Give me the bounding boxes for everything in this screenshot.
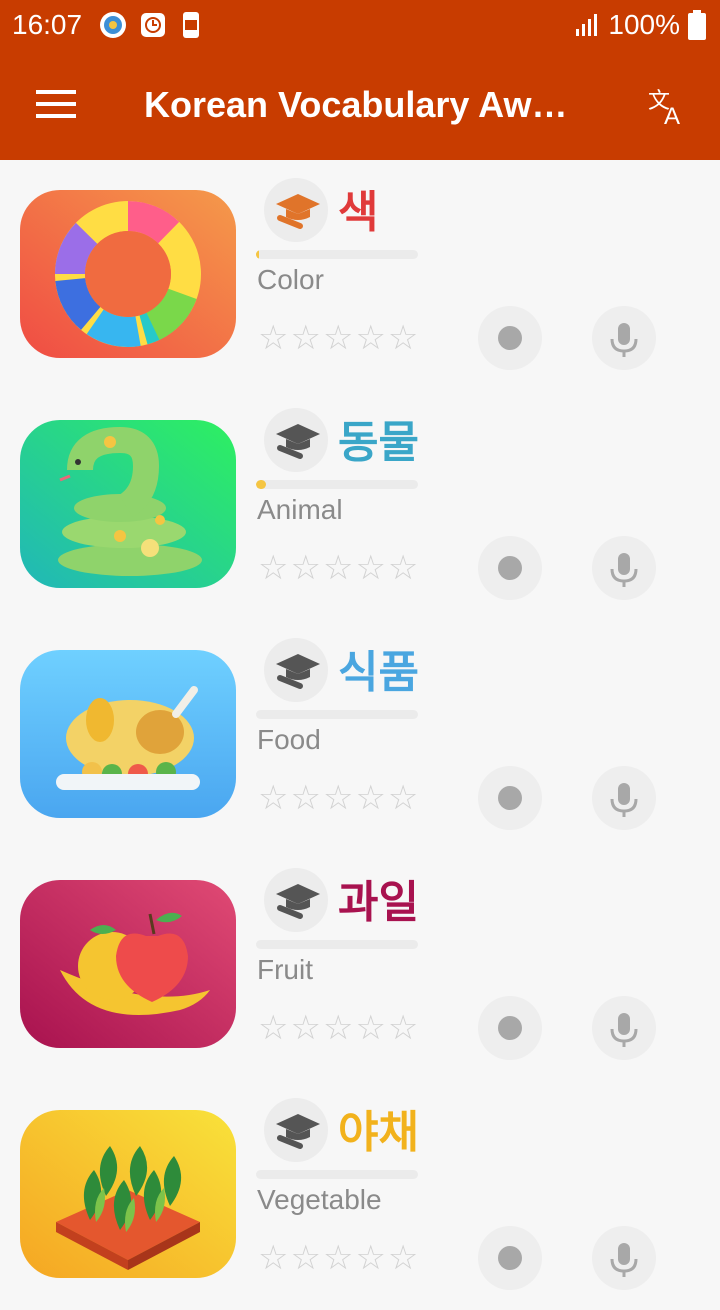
english-meaning: Food [257, 724, 321, 755]
korean-word: 야채 [338, 1108, 419, 1157]
record-button[interactable] [478, 766, 542, 830]
hamburger-icon [36, 90, 76, 94]
progress-fill [256, 250, 260, 259]
microphone-button[interactable] [592, 536, 656, 600]
progress-bar [256, 1170, 418, 1179]
hamburger-icon-line [36, 102, 76, 106]
star-rating: ☆☆☆☆☆ [258, 1009, 421, 1047]
translate-icon[interactable]: 文 A [640, 78, 696, 134]
clock-notification-icon [141, 13, 165, 37]
star-rating: ☆☆☆☆☆ [258, 779, 421, 817]
browser-notification-icon [100, 12, 126, 38]
microphone-button[interactable] [592, 996, 656, 1060]
vegetable-icon [20, 1110, 236, 1278]
app-title: Korean Vocabulary Awesome [144, 84, 584, 125]
battery-icon [688, 10, 706, 40]
microphone-button[interactable] [592, 306, 656, 370]
graduation-cap-icon[interactable] [264, 178, 328, 242]
battery-notification-icon [183, 12, 199, 38]
star-rating: ☆☆☆☆☆ [258, 549, 421, 587]
microphone-icon [610, 783, 638, 817]
snake-icon [20, 420, 236, 588]
progress-bar [256, 940, 418, 949]
status-right: 100% [574, 9, 706, 41]
microphone-button[interactable] [592, 766, 656, 830]
progress-bar [256, 710, 418, 719]
hamburger-icon-line [36, 114, 76, 118]
app-bar: Korean Vocabulary Awesome 文 A [0, 50, 720, 160]
english-meaning: Animal [257, 494, 343, 525]
microphone-icon [610, 1243, 638, 1277]
microphone-icon [610, 553, 638, 587]
star-rating: ☆☆☆☆☆ [258, 319, 421, 357]
graduation-cap-icon[interactable] [264, 408, 328, 472]
english-meaning: Fruit [257, 954, 313, 985]
list-item[interactable]: 색 Color ☆☆☆☆☆ [0, 160, 720, 390]
korean-word: 식품 [338, 648, 419, 697]
list-item[interactable]: 과일 Fruit ☆☆☆☆☆ [0, 850, 720, 1080]
progress-fill [256, 480, 266, 489]
status-time: 16:07 [12, 9, 83, 40]
battery-percent: 100% [608, 9, 680, 40]
graduation-cap-icon[interactable] [264, 868, 328, 932]
roast-chicken-icon [20, 650, 236, 818]
graduation-cap-icon[interactable] [264, 1098, 328, 1162]
menu-button[interactable] [28, 80, 84, 130]
list-item[interactable]: 식품 Food ☆☆☆☆☆ [0, 620, 720, 850]
microphone-icon [610, 1013, 638, 1047]
record-button[interactable] [478, 996, 542, 1060]
english-meaning: Color [257, 264, 324, 295]
korean-word: 동물 [338, 418, 419, 467]
star-rating: ☆☆☆☆☆ [258, 1239, 421, 1277]
microphone-button[interactable] [592, 1226, 656, 1290]
status-bar: 16:07 100% [0, 0, 720, 50]
record-button[interactable] [478, 306, 542, 370]
signal-icon [576, 14, 598, 36]
color-wheel-icon [20, 190, 236, 358]
progress-bar [256, 250, 418, 259]
progress-bar [256, 480, 418, 489]
list-item[interactable]: 야채 Vegetable ☆☆☆☆☆ [0, 1080, 720, 1310]
fruit-icon [20, 880, 236, 1048]
korean-word: 과일 [338, 878, 419, 927]
graduation-cap-icon[interactable] [264, 638, 328, 702]
record-button[interactable] [478, 536, 542, 600]
english-meaning: Vegetable [257, 1184, 382, 1215]
microphone-icon [610, 323, 638, 357]
korean-word: 색 [338, 188, 379, 237]
record-button[interactable] [478, 1226, 542, 1290]
svg-text:A: A [664, 103, 680, 130]
list-item[interactable]: 동물 Animal ☆☆☆☆☆ [0, 390, 720, 620]
